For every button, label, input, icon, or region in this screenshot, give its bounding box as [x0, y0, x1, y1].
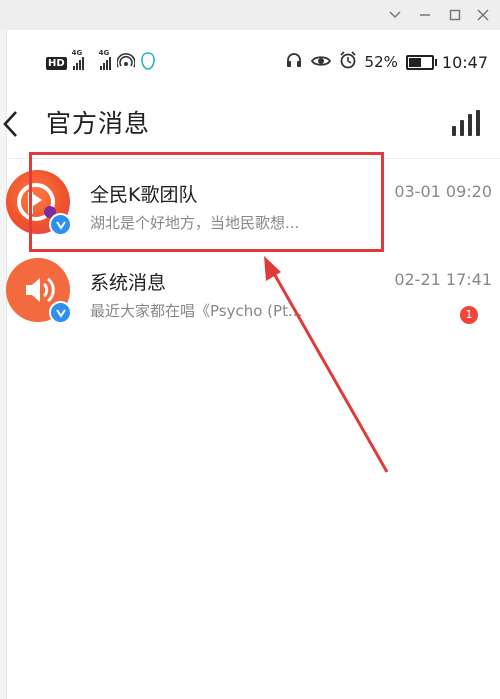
- message-row[interactable]: 系统消息 02-21 17:41 最近大家都在唱《Psycho (Pt... 1: [6, 248, 500, 332]
- message-preview: 最近大家都在唱《Psycho (Pt...: [90, 302, 303, 320]
- message-sender: 系统消息: [90, 272, 167, 294]
- message-time: 03-01 09:20: [394, 182, 492, 201]
- avatar: [6, 258, 72, 324]
- app-notification-icon: [140, 52, 155, 74]
- back-arrow-icon[interactable]: [0, 106, 24, 142]
- minimize-icon[interactable]: [414, 4, 436, 26]
- close-icon[interactable]: [472, 4, 494, 26]
- wifi-hotspot-icon: [115, 53, 136, 73]
- network-type-label-2: 4G: [98, 49, 110, 57]
- headset-icon: [285, 51, 303, 73]
- page-header: 官方消息: [3, 96, 500, 159]
- eye-icon: [310, 53, 331, 72]
- status-bar: HD 4G 4G 52% 10:47: [6, 30, 500, 96]
- unread-badge: 1: [460, 306, 478, 324]
- chevron-down-icon[interactable]: [384, 4, 406, 26]
- status-left-icons: HD 4G 4G: [46, 49, 155, 74]
- page-title: 官方消息: [46, 109, 151, 138]
- highlight-box: [29, 152, 384, 252]
- verified-badge-icon: [49, 301, 72, 324]
- status-time: 10:47: [441, 52, 488, 72]
- network-type-label: 4G: [71, 49, 83, 57]
- maximize-icon[interactable]: [444, 4, 466, 26]
- signal-icon: 4G: [72, 49, 84, 70]
- window-title-bar: [0, 0, 500, 30]
- message-time: 02-21 17:41: [394, 270, 492, 289]
- status-right-icons: 52% 10:47: [285, 50, 488, 74]
- battery-percent: 52%: [364, 53, 398, 71]
- alarm-icon: [339, 51, 357, 73]
- hd-badge: HD: [46, 56, 67, 70]
- signal-icon-2: 4G: [99, 49, 111, 70]
- battery-icon: [405, 54, 437, 70]
- equalizer-icon[interactable]: [452, 110, 486, 136]
